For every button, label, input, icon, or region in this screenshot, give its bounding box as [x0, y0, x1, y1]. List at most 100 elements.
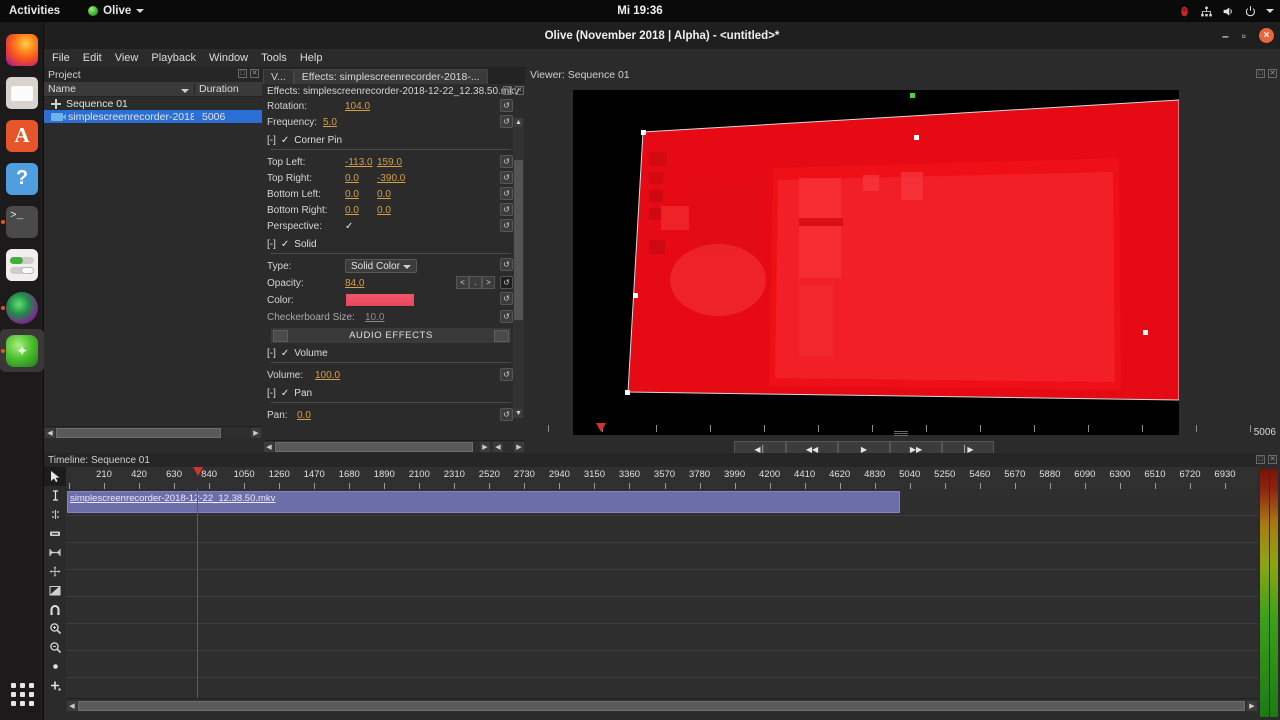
dock-item-amazon[interactable]: A: [0, 114, 44, 157]
project-row-sequence[interactable]: Sequence 01: [44, 97, 262, 110]
field-pan[interactable]: Pan: 0.0 ↺: [267, 407, 525, 423]
column-header-name[interactable]: Name: [44, 83, 194, 95]
effects-scroll-thumb[interactable]: [514, 160, 523, 320]
effects-vscrollbar[interactable]: ▲ ▼: [513, 118, 524, 418]
enable-checkbox[interactable]: ✓: [281, 239, 289, 250]
collapse-toggle[interactable]: [-]: [267, 348, 276, 359]
color-swatch[interactable]: [345, 293, 415, 307]
perspective-checkbox[interactable]: ✓: [345, 221, 353, 232]
section-solid[interactable]: [-] ✓ Solid: [267, 236, 525, 252]
menu-view[interactable]: View: [115, 52, 139, 64]
rotation-value[interactable]: 104.0: [345, 101, 370, 112]
float-icon[interactable]: □: [1256, 455, 1265, 464]
system-clock[interactable]: Mi 19:36: [0, 5, 1280, 17]
menu-window[interactable]: Window: [209, 52, 248, 64]
dock-item-files[interactable]: [0, 71, 44, 114]
column-header-duration[interactable]: Duration: [194, 83, 262, 95]
keyframe-icon[interactable]: ↺: [500, 276, 513, 289]
dock-item-settings[interactable]: [0, 243, 44, 286]
top-right-x[interactable]: 0.0: [345, 173, 377, 184]
viewer-resize-grip[interactable]: [894, 431, 908, 435]
maximize-button[interactable]: ▫: [1242, 30, 1246, 42]
opacity-next-button[interactable]: >: [482, 276, 495, 289]
timeline-clip[interactable]: simplescreenrecorder-2018-12-22_12.38.50…: [67, 491, 900, 513]
minimize-button[interactable]: –: [1222, 30, 1229, 42]
section-pan[interactable]: [-] ✓ Pan: [267, 385, 525, 401]
close-panel-icon[interactable]: ✕: [1268, 69, 1277, 78]
field-bottom-left[interactable]: Bottom Left: 0.0 0.0 ↺: [267, 186, 525, 202]
tab-effects[interactable]: Effects: simplescreenrecorder-2018-...: [294, 69, 488, 84]
menu-file[interactable]: File: [52, 52, 70, 64]
effects-hscrollbar[interactable]: ◀ ▶: [263, 440, 491, 452]
timeline-ruler[interactable]: 2104206308401050126014701680189021002310…: [66, 467, 1258, 489]
close-panel-icon[interactable]: ✕: [515, 86, 524, 95]
field-top-left[interactable]: Top Left: -113.0 159.0 ↺: [267, 154, 525, 170]
float-icon[interactable]: □: [238, 69, 247, 78]
field-bottom-right[interactable]: Bottom Right: 0.0 0.0 ↺: [267, 202, 525, 218]
bottom-left-x[interactable]: 0.0: [345, 189, 377, 200]
scroll-left-icon[interactable]: ◀: [67, 701, 77, 711]
top-left-y[interactable]: 159.0: [377, 157, 411, 168]
field-type[interactable]: Type: Solid Color ↺: [267, 257, 525, 275]
power-icon[interactable]: [1244, 5, 1257, 18]
snapping-tool[interactable]: [44, 600, 66, 619]
effects-scroll-thumb-h[interactable]: [275, 442, 473, 452]
audio-effects-menu-icon[interactable]: [494, 330, 509, 342]
keyframe-icon[interactable]: ↺: [500, 368, 513, 381]
keyframe-icon[interactable]: ↺: [500, 171, 513, 184]
opacity-prev-button[interactable]: <: [456, 276, 469, 289]
dock-item-terminal[interactable]: >_: [0, 200, 44, 243]
zoom-out-tool[interactable]: [44, 638, 66, 657]
keyframe-icon[interactable]: ↺: [500, 155, 513, 168]
scroll-right-icon[interactable]: ▶: [251, 428, 261, 438]
scroll-right-icon[interactable]: ▶: [1247, 701, 1257, 711]
float-icon[interactable]: □: [503, 86, 512, 95]
razor-tool[interactable]: [44, 505, 66, 524]
pan-value[interactable]: 0.0: [297, 410, 311, 421]
dock-item-firefox[interactable]: [0, 28, 44, 71]
dock-item-olive[interactable]: ✦: [0, 329, 44, 372]
enable-checkbox[interactable]: ✓: [281, 135, 289, 146]
keyframe-icon[interactable]: ↺: [500, 219, 513, 232]
scroll-right-icon[interactable]: ▶: [480, 442, 490, 452]
top-left-x[interactable]: -113.0: [345, 157, 377, 168]
pointer-tool[interactable]: [44, 467, 66, 486]
project-hscrollbar[interactable]: ◀ ▶: [44, 426, 262, 438]
record-tool[interactable]: [44, 657, 66, 676]
keyframe-icon[interactable]: ↺: [500, 99, 513, 112]
collapse-toggle[interactable]: [-]: [267, 239, 276, 250]
slide-tool[interactable]: [44, 581, 66, 600]
slip-tool[interactable]: [44, 562, 66, 581]
scroll-up-icon[interactable]: ▲: [514, 118, 523, 127]
menu-help[interactable]: Help: [300, 52, 323, 64]
audio-effects-bar[interactable]: AUDIO EFFECTS: [271, 328, 511, 343]
opacity-value[interactable]: 84.0: [345, 278, 364, 289]
tray-chevron-icon[interactable]: [1266, 9, 1274, 13]
menu-edit[interactable]: Edit: [83, 52, 102, 64]
edit-text-tool[interactable]: [44, 486, 66, 505]
ripple-tool[interactable]: [44, 524, 66, 543]
rolling-tool[interactable]: [44, 543, 66, 562]
scroll-left-icon[interactable]: ◀: [45, 428, 55, 438]
field-top-right[interactable]: Top Right: 0.0 -390.0 ↺: [267, 170, 525, 186]
timeline-playhead-handle[interactable]: [193, 467, 203, 476]
scroll-left-icon[interactable]: ◀: [493, 442, 503, 452]
section-volume[interactable]: [-] ✓ Volume: [267, 345, 525, 361]
zoom-in-tool[interactable]: [44, 619, 66, 638]
bottom-left-y[interactable]: 0.0: [377, 189, 411, 200]
opacity-keyframe-button[interactable]: .: [469, 276, 482, 289]
bottom-right-x[interactable]: 0.0: [345, 205, 377, 216]
field-perspective[interactable]: Perspective: ✓ ↺: [267, 218, 525, 234]
close-panel-icon[interactable]: ✕: [1268, 455, 1277, 464]
section-corner-pin[interactable]: [-] ✓ Corner Pin: [267, 132, 525, 148]
network-icon[interactable]: [1200, 5, 1213, 18]
keyframe-icon[interactable]: ↺: [500, 115, 513, 128]
menu-tools[interactable]: Tools: [261, 52, 287, 64]
project-scroll-thumb[interactable]: [56, 428, 221, 438]
keyframe-icon[interactable]: ↺: [500, 408, 513, 421]
scroll-right-icon[interactable]: ▶: [514, 442, 524, 452]
volume-value[interactable]: 100.0: [315, 370, 340, 381]
dropbox-icon[interactable]: [1178, 5, 1191, 18]
project-row-media[interactable]: simplescreenrecorder-2018-1... 5006: [44, 110, 262, 123]
float-icon[interactable]: □: [1256, 69, 1265, 78]
